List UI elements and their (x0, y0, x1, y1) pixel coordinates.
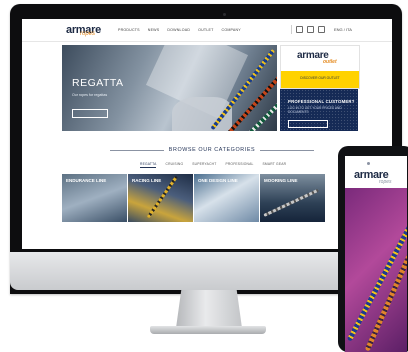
nav-company[interactable]: COMPANY (222, 28, 241, 32)
phone-hero[interactable] (345, 188, 407, 352)
tab-professional[interactable]: PROFESSIONAL (225, 162, 253, 168)
nav-products[interactable]: PRODUCTS (118, 28, 140, 32)
pro-login-button[interactable] (288, 120, 328, 128)
nav-download[interactable]: DOWNLOAD (167, 28, 190, 32)
outlet-promo[interactable]: armare outlet DISCOVER OUR OUTLET (280, 45, 360, 89)
category-endurance[interactable]: ENDURANCE LINE (62, 174, 127, 222)
promo-text: DISCOVER OUR OUTLET (300, 76, 340, 80)
site-logo-sub: ropes (80, 31, 96, 37)
website-screen: armare ropes PRODUCTS NEWS DOWNLOAD OUTL… (22, 19, 392, 249)
hero-title: REGATTA (72, 77, 124, 89)
professional-box[interactable]: PROFESSIONAL CUSTOMER? LOG IN TO GET YOU… (280, 89, 358, 131)
hero-button[interactable] (72, 109, 108, 118)
phone-logo-sub: ropes (379, 179, 392, 185)
rope-decoration (263, 188, 320, 217)
tab-smart-gear[interactable]: SMART GEAR (263, 162, 287, 168)
pro-text: LOG IN TO GET YOUR PRICES AND DOCUMENTS (288, 106, 342, 114)
cart-icon[interactable] (318, 26, 325, 33)
promo-band: DISCOVER OUR OUTLET (281, 71, 359, 88)
nav-divider (291, 25, 292, 34)
imac-foot (150, 326, 266, 334)
phone-device: armare ropes (338, 146, 408, 352)
divider-left (110, 150, 164, 151)
category-label: RACING LINE (132, 178, 162, 183)
promo-sub: outlet (323, 59, 337, 65)
category-tabs: REGATTA CRUISING SUPERYACHT PROFESSIONAL… (140, 162, 286, 168)
browse-header: BROWSE OUR CATEGORIES (22, 145, 392, 155)
category-label: MOORING LINE (264, 178, 298, 183)
nav-icons (296, 26, 325, 33)
hero-text: Our ropes for regattas (72, 93, 108, 97)
menu-dot-icon[interactable] (367, 162, 370, 165)
browse-title: BROWSE OUR CATEGORIES (168, 147, 256, 153)
tab-cruising[interactable]: CRUISING (165, 162, 183, 168)
tab-superyacht[interactable]: SUPERYACHT (192, 162, 216, 168)
category-mooring[interactable]: MOORING LINE (260, 174, 325, 222)
hero-banner[interactable]: REGATTA Our ropes for regattas (62, 45, 277, 131)
phone-screen: armare ropes (345, 156, 407, 352)
pro-title: PROFESSIONAL CUSTOMER? (288, 99, 355, 104)
category-label: ENDURANCE LINE (66, 178, 107, 183)
camera (223, 13, 226, 16)
nav-outlet[interactable]: OUTLET (198, 28, 213, 32)
category-one-design[interactable]: ONE DESIGN LINE (194, 174, 259, 222)
tab-regatta[interactable]: REGATTA (140, 162, 157, 168)
site-navbar: armare ropes PRODUCTS NEWS DOWNLOAD OUTL… (22, 19, 392, 42)
search-icon[interactable] (296, 26, 303, 33)
phone-rope-2 (364, 212, 407, 352)
nav-news[interactable]: NEWS (148, 28, 160, 32)
nav-links: PRODUCTS NEWS DOWNLOAD OUTLET COMPANY (118, 28, 241, 32)
phone-navbar: armare ropes (345, 156, 407, 185)
user-icon[interactable] (307, 26, 314, 33)
divider-right (260, 150, 314, 151)
category-label: ONE DESIGN LINE (198, 178, 238, 183)
imac-stand (176, 290, 242, 328)
language-switch[interactable]: ENG / ITA (334, 27, 352, 32)
category-racing[interactable]: RACING LINE (128, 174, 193, 222)
